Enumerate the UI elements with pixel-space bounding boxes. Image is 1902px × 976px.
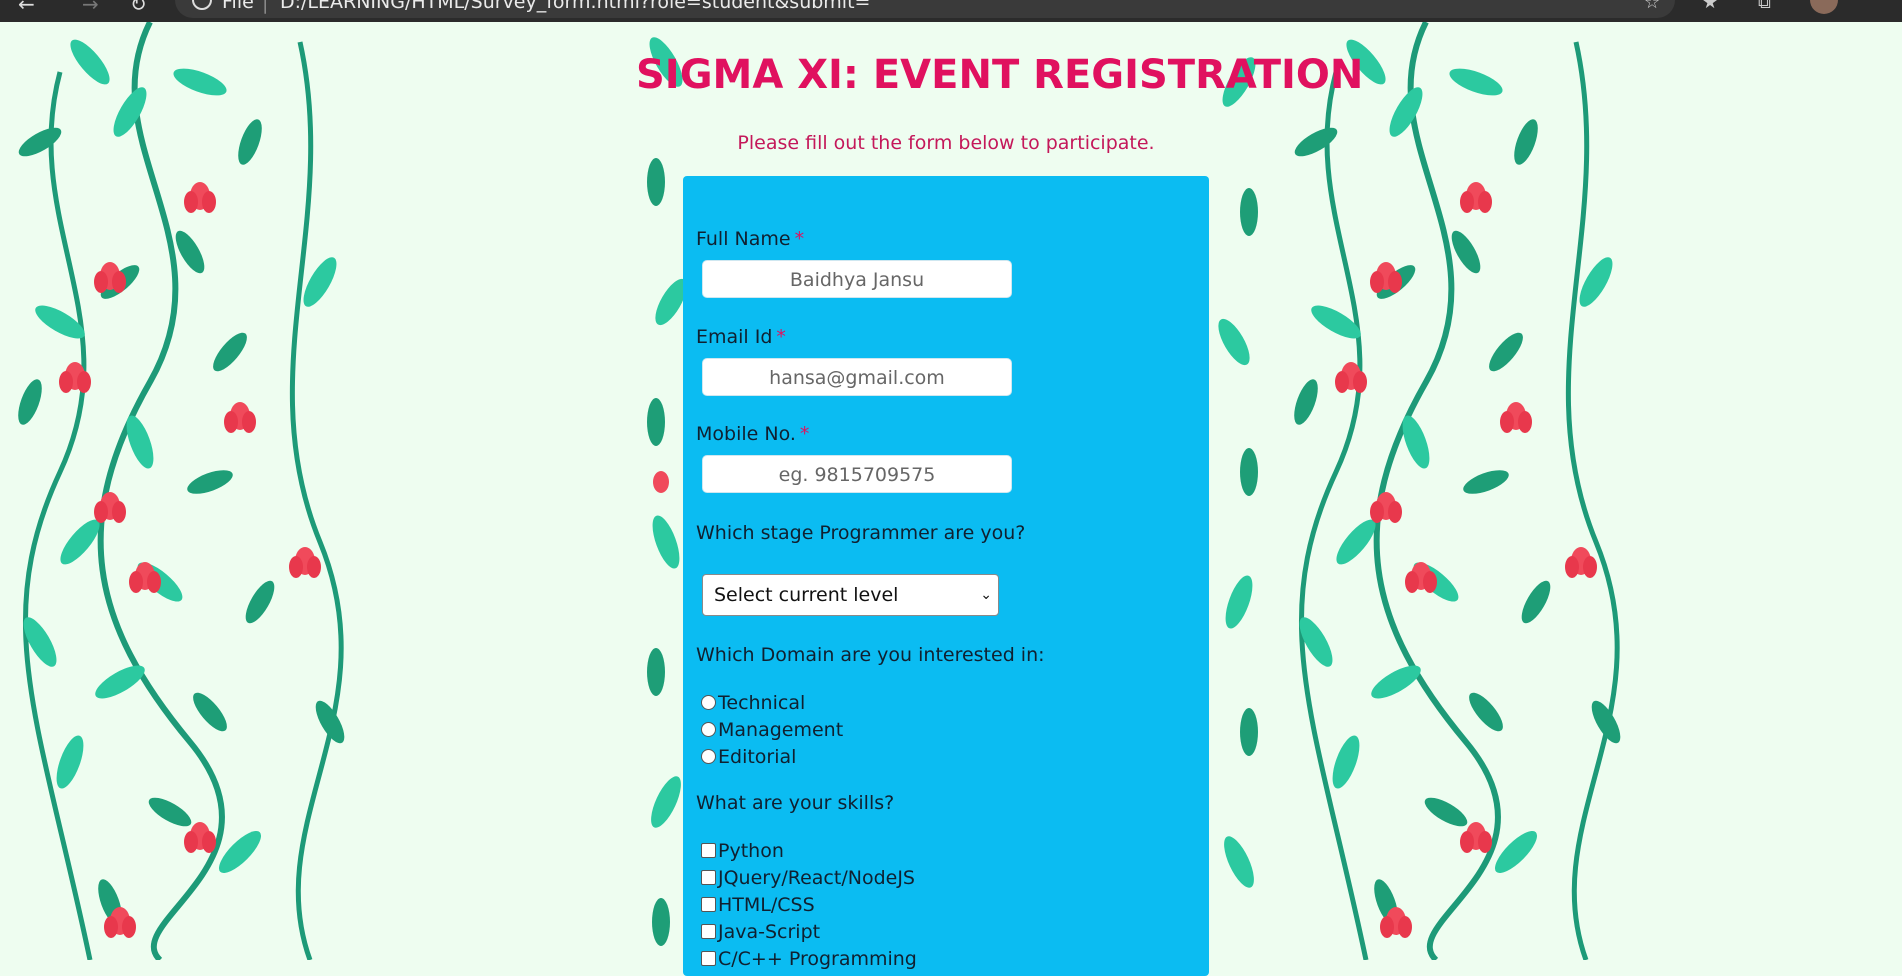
domain-option-editorial[interactable]: Editorial [701, 746, 796, 768]
full-name-label-text: Full Name [696, 228, 791, 250]
checkbox[interactable] [701, 897, 716, 912]
option-label: Java-Script [718, 921, 821, 943]
domain-label: Which Domain are you interested in: [696, 644, 1045, 666]
checkbox[interactable] [701, 843, 716, 858]
forward-icon[interactable]: → [82, 0, 99, 16]
favorites-bar-icon[interactable]: ★ [1702, 0, 1718, 13]
floral-left-panel [0, 22, 380, 960]
skill-option-jquery[interactable]: JQuery/React/NodeJS [701, 867, 915, 889]
option-label: Python [718, 840, 784, 862]
url-text[interactable]: D:/LEARNING/HTML/Survey_form.html?role=s… [280, 0, 870, 13]
skill-option-html-css[interactable]: HTML/CSS [701, 894, 815, 916]
required-mark: * [799, 423, 810, 445]
mobile-label-text: Mobile No. [696, 423, 796, 445]
option-label: Management [718, 719, 844, 741]
stage-select-value: Select current level [714, 584, 899, 606]
stage-label: Which stage Programmer are you? [696, 522, 1026, 544]
option-label: HTML/CSS [718, 894, 815, 916]
option-label: C/C++ Programming [718, 948, 917, 970]
domain-option-technical[interactable]: Technical [701, 692, 805, 714]
registration-form: Full Name * Baidhya Jansu Email Id * hansa… [683, 176, 1209, 976]
full-name-input[interactable]: Baidhya Jansu [702, 260, 1012, 298]
back-icon[interactable]: ← [18, 0, 35, 16]
page-title: SIGMA XI: EVENT REGISTRATION [636, 52, 1364, 98]
required-mark: * [776, 326, 786, 348]
skill-option-c-cpp[interactable]: C/C++ Programming [701, 948, 917, 970]
collections-icon[interactable]: ⧉ [1758, 0, 1771, 13]
required-mark: * [794, 228, 805, 250]
mobile-label: Mobile No. * [696, 423, 809, 445]
domain-option-management[interactable]: Management [701, 719, 843, 741]
refresh-icon[interactable]: ↻ [130, 0, 147, 16]
radio-button[interactable] [701, 695, 716, 710]
browser-toolbar: ← → ↻ File | D:/LEARNING/HTML/Survey_for… [0, 0, 1902, 22]
radio-button[interactable] [701, 749, 716, 764]
option-label: JQuery/React/NodeJS [718, 867, 915, 889]
profile-avatar[interactable] [1810, 0, 1838, 14]
stage-select[interactable]: Select current level ⌄ [702, 574, 999, 616]
option-label: Editorial [718, 746, 797, 768]
radio-button[interactable] [701, 722, 716, 737]
email-label: Email Id * [696, 326, 786, 348]
file-label: File [222, 0, 254, 13]
url-separator: | [262, 0, 269, 14]
chevron-down-icon: ⌄ [980, 587, 992, 603]
skill-option-python[interactable]: Python [701, 840, 784, 862]
skills-label: What are your skills? [696, 792, 895, 814]
mobile-input[interactable]: eg. 9815709575 [702, 455, 1012, 493]
full-name-label: Full Name * [696, 228, 804, 250]
checkbox[interactable] [701, 951, 716, 966]
favorite-icon[interactable]: ☆ [1644, 0, 1660, 13]
checkbox[interactable] [701, 870, 716, 885]
checkbox[interactable] [701, 924, 716, 939]
email-label-text: Email Id [696, 326, 773, 348]
page-subtitle: Please fill out the form below to partic… [737, 132, 1155, 154]
floral-right-panel [1276, 22, 1656, 960]
email-input[interactable]: hansa@gmail.com [702, 358, 1012, 396]
skill-option-javascript[interactable]: Java-Script [701, 921, 820, 943]
floral-center-right-strip [1209, 22, 1276, 960]
option-label: Technical [718, 692, 806, 714]
